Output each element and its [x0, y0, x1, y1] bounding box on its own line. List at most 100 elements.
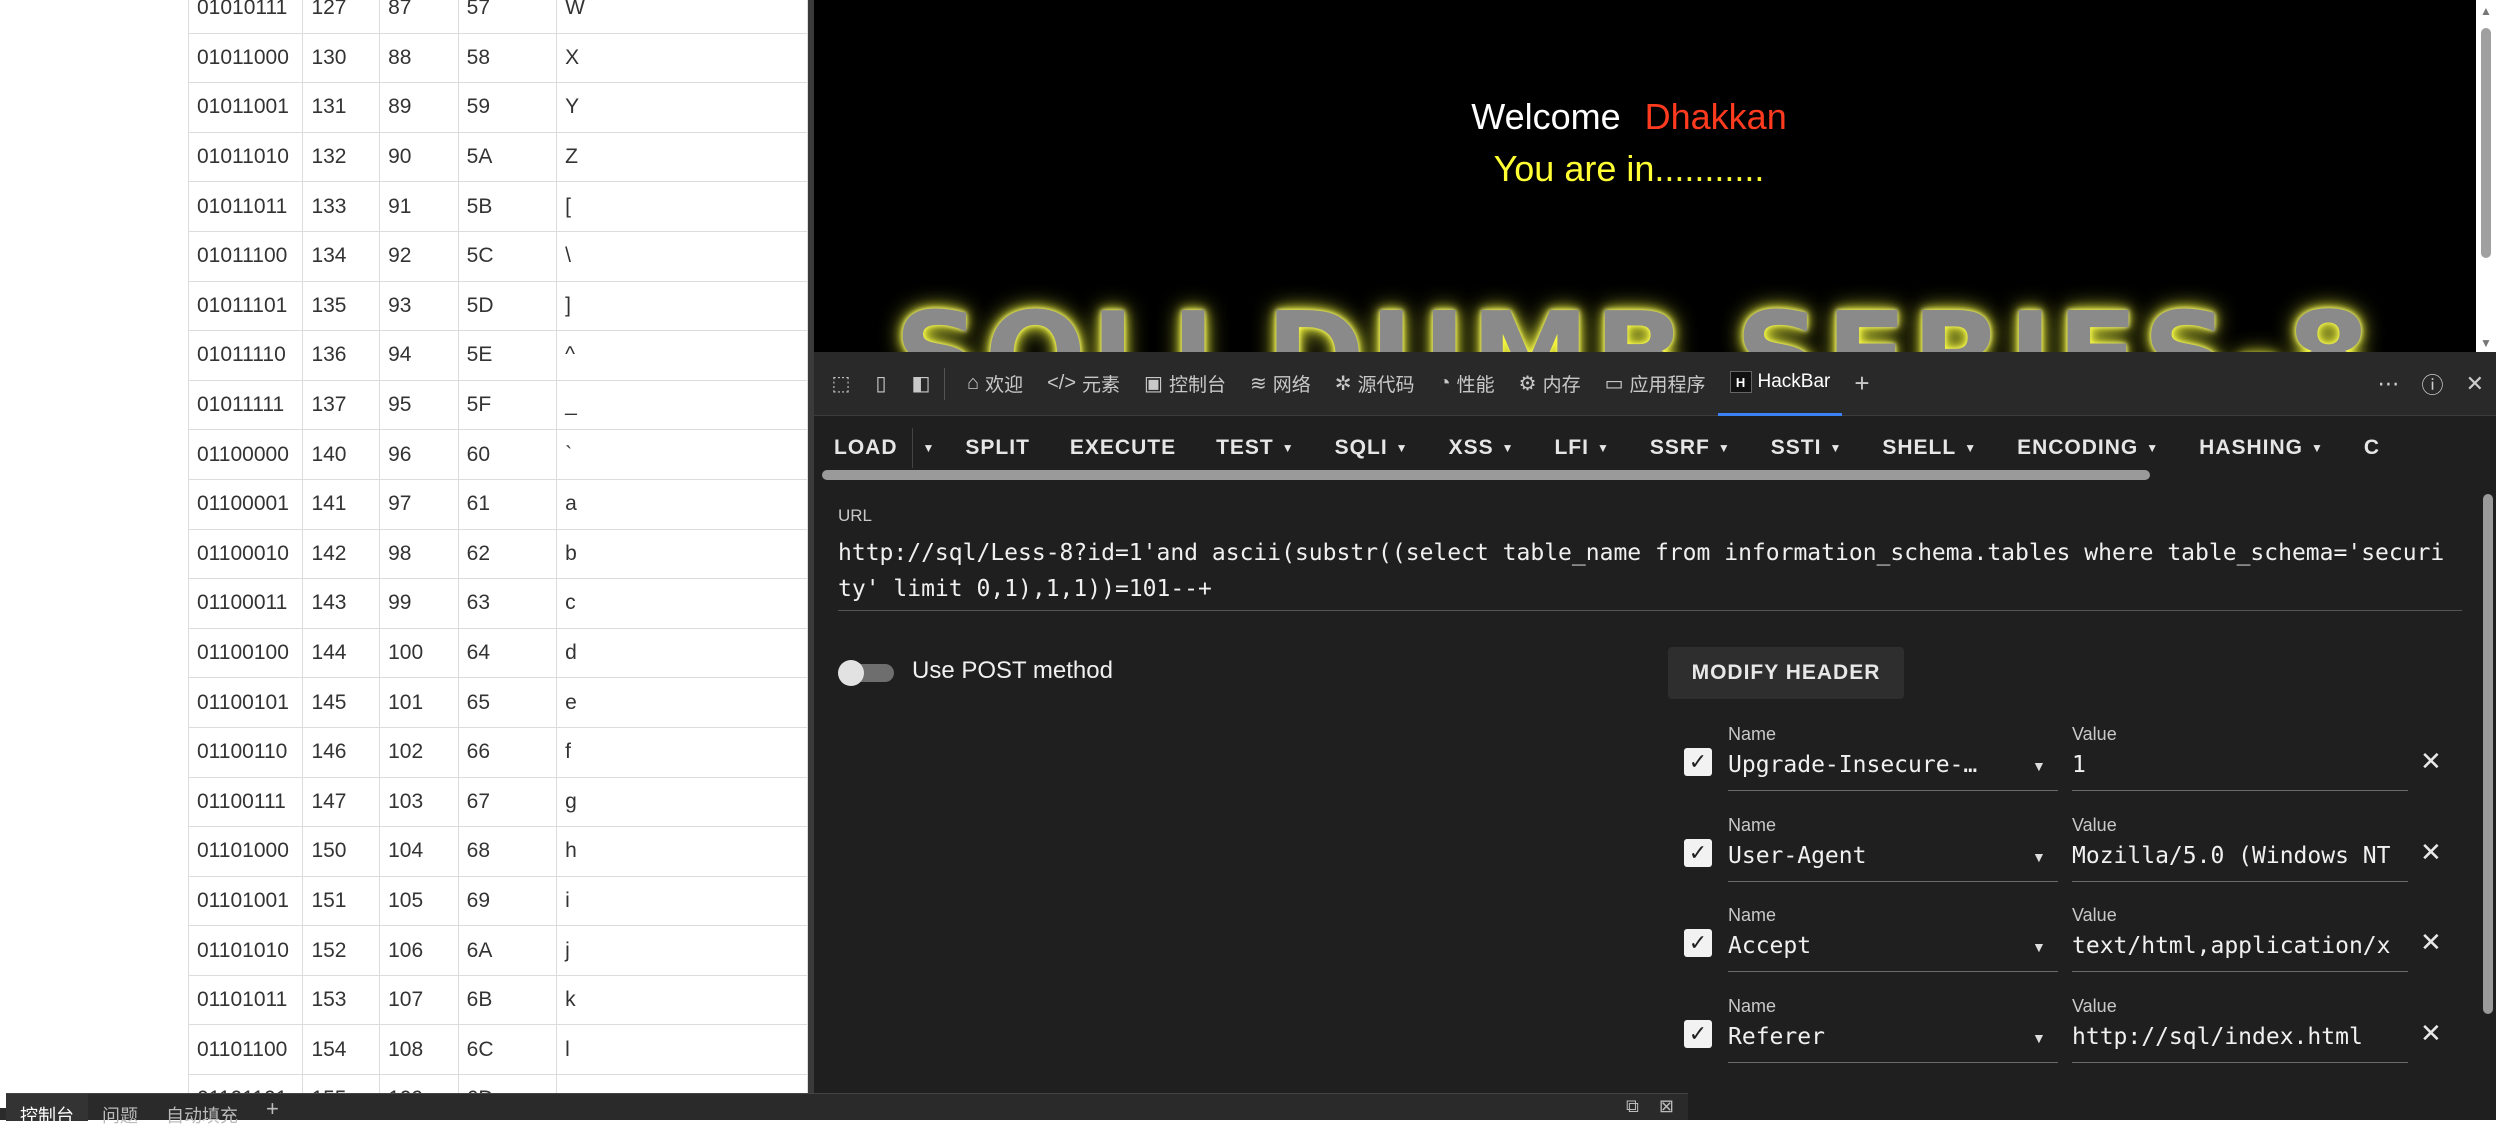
menu-lfi[interactable]: LFI ▼ — [1534, 436, 1629, 460]
tab-separator — [944, 367, 945, 400]
tab-wifi[interactable]: ≋ 网络 — [1238, 352, 1323, 416]
devtools-scroll-thumb[interactable] — [2483, 494, 2493, 1014]
menu-label: HASHING — [2199, 436, 2304, 459]
url-input[interactable]: http://sql/Less-8?id=1'and ascii(substr(… — [838, 535, 2458, 607]
dock-drawer-icon[interactable]: ⧉ — [1626, 1096, 1639, 1117]
drawer-tab[interactable]: 问题 — [88, 1094, 152, 1126]
more-icon[interactable]: ⋯ — [2378, 371, 2400, 397]
cell-char: b — [556, 528, 808, 580]
tab-console[interactable]: ▣ 控制台 — [1132, 352, 1238, 416]
menu-load[interactable]: LOAD — [814, 436, 912, 460]
header-row: ✓ Name User-Agent ▼ Value Mozilla/5.0 (Window… — [1680, 815, 2450, 905]
post-method-toggle[interactable] — [838, 660, 896, 686]
tab-bug[interactable]: ✲ 源代码 — [1323, 352, 1427, 416]
devtools-drawer: 控制台 问题 自动填充 + ⧉ ⊠ — [6, 1093, 1688, 1126]
remove-header-icon[interactable]: ✕ — [2420, 746, 2442, 777]
header-name-input[interactable]: User-Agent — [1728, 843, 2018, 869]
header-name-input[interactable]: Referer — [1728, 1024, 2018, 1050]
help-icon[interactable]: ⓘ — [2422, 368, 2444, 400]
menu-execute[interactable]: EXECUTE — [1050, 436, 1196, 460]
cell-hex: 66 — [457, 726, 558, 778]
header-enabled-checkbox[interactable]: ✓ — [1684, 748, 1712, 776]
page-scrollbar[interactable]: ▲ ▼ — [2476, 0, 2496, 352]
page-scroll-thumb[interactable] — [2481, 28, 2491, 258]
cell-binary: 01100100 — [187, 627, 304, 679]
device-icon[interactable]: ▯ — [868, 371, 894, 397]
cell-binary: 01011111 — [187, 379, 304, 431]
tab-home[interactable]: ⌂ 欢迎 — [955, 352, 1035, 416]
header-value-input[interactable]: text/html,application/x — [2072, 933, 2408, 959]
header-name-dropdown-icon[interactable]: ▼ — [2032, 1030, 2046, 1046]
tab-gauge[interactable]: ◔ 性能 — [1427, 352, 1507, 416]
cell-binary: 01100011 — [187, 578, 304, 629]
header-name-dropdown-icon[interactable]: ▼ — [2032, 849, 2046, 865]
load-dropdown-button[interactable]: ▼ — [911, 428, 946, 468]
hackbar-menu-scrollbar[interactable] — [822, 470, 2150, 480]
drawer-tab[interactable]: 自动填充 — [152, 1094, 252, 1126]
menu-ssti[interactable]: SSTI ▼ — [1751, 436, 1863, 460]
cell-char: Y — [556, 82, 808, 133]
cell-char: W — [556, 0, 808, 34]
menu-sqli[interactable]: SQLI ▼ — [1315, 436, 1429, 460]
header-name-input[interactable]: Accept — [1728, 933, 2018, 959]
header-value-input[interactable]: http://sql/index.html — [2072, 1024, 2408, 1050]
table-row: 01100010 142 98 62 b — [187, 528, 808, 580]
header-name-input[interactable]: Upgrade-Insecure-… — [1728, 752, 2018, 778]
cell-char: d — [556, 627, 808, 679]
cell-decimal: 101 — [379, 677, 459, 728]
devtools-scrollbar[interactable] — [2480, 480, 2496, 1092]
name-underline — [1728, 880, 2058, 882]
menu-ssrf[interactable]: SSRF ▼ — [1630, 436, 1751, 460]
add-tab-button[interactable]: + — [1842, 352, 1881, 416]
drawer-close-icon[interactable]: ⊠ — [1659, 1096, 1674, 1117]
drawer-add-button[interactable]: + — [252, 1094, 293, 1121]
header-enabled-checkbox[interactable]: ✓ — [1684, 929, 1712, 957]
menu-label: SSTI — [1770, 436, 1822, 459]
cell-decimal: 97 — [379, 478, 459, 530]
dock-icon[interactable]: ◧ — [908, 371, 934, 397]
header-enabled-checkbox[interactable]: ✓ — [1684, 838, 1712, 867]
drawer-tab[interactable]: 控制台 — [6, 1094, 88, 1126]
table-row: 01101001 151 105 69 i — [187, 875, 808, 927]
tab-hackbar[interactable]: H HackBar — [1717, 352, 1843, 416]
cell-hex: 6C — [457, 1024, 558, 1076]
header-enabled-checkbox[interactable]: ✓ — [1684, 1019, 1712, 1048]
header-value-input[interactable]: Mozilla/5.0 (Windows NT — [2072, 843, 2408, 869]
header-value-label: Value — [2072, 905, 2117, 925]
modify-header-button[interactable]: MODIFY HEADER — [1668, 647, 1904, 699]
close-icon[interactable]: ✕ — [2466, 371, 2484, 397]
scroll-up-icon[interactable]: ▲ — [2480, 4, 2492, 18]
menu-hashing[interactable]: HASHING ▼ — [2179, 436, 2344, 460]
scroll-down-icon[interactable]: ▼ — [2480, 336, 2492, 350]
cell-char: h — [556, 826, 808, 877]
menu-shell[interactable]: SHELL ▼ — [1862, 436, 1997, 460]
remove-header-icon[interactable]: ✕ — [2420, 927, 2442, 958]
gauge-icon: ◔ — [1438, 372, 1451, 394]
inspect-icon[interactable]: ⬚ — [828, 371, 854, 397]
table-row: 01101100 154 108 6C l — [187, 1024, 808, 1076]
menu-overflow[interactable]: C — [2344, 436, 2400, 460]
tab-chip[interactable]: ⚙ 内存 — [1507, 352, 1593, 416]
cell-binary: 01011001 — [187, 82, 304, 133]
tab-code[interactable]: </> 元素 — [1035, 352, 1132, 416]
header-value-input[interactable]: 1 — [2072, 752, 2408, 778]
cell-binary: 01100101 — [187, 677, 304, 728]
header-name-dropdown-icon[interactable]: ▼ — [2032, 758, 2046, 774]
cell-octal: 145 — [302, 677, 381, 728]
menu-encoding[interactable]: ENCODING ▼ — [1997, 436, 2179, 460]
tab-app[interactable]: ▭ 应用程序 — [1593, 352, 1718, 416]
table-row: 01011100 134 92 5C \ — [187, 230, 808, 282]
remove-header-icon[interactable]: ✕ — [2420, 1018, 2442, 1049]
cell-hex: 5F — [457, 379, 558, 431]
table-row: 01011111 137 95 5F _ — [187, 379, 808, 431]
cell-octal: 150 — [302, 826, 381, 877]
menu-test[interactable]: TEST ▼ — [1196, 436, 1315, 460]
remove-header-icon[interactable]: ✕ — [2420, 837, 2442, 868]
hackbar-icon: H — [1729, 371, 1752, 393]
cell-char: c — [556, 578, 808, 629]
table-row: 01100101 145 101 65 e — [187, 677, 808, 728]
cell-binary: 01101000 — [187, 826, 304, 877]
menu-split[interactable]: SPLIT — [945, 436, 1050, 460]
menu-xss[interactable]: XSS ▼ — [1429, 436, 1535, 460]
header-name-dropdown-icon[interactable]: ▼ — [2032, 939, 2046, 955]
